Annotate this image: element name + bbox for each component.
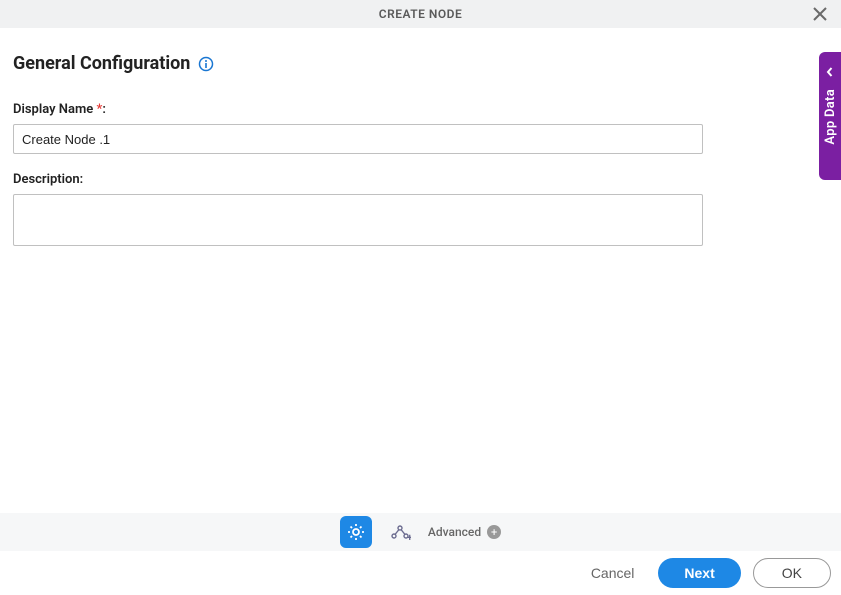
dialog-content: General Configuration Display Name *: De… [0, 28, 841, 250]
gear-icon [346, 522, 366, 542]
section-title: General Configuration [13, 53, 190, 74]
ok-button[interactable]: OK [753, 558, 831, 588]
display-name-group: Display Name *: [13, 102, 828, 154]
display-name-label: Display Name *: [13, 102, 828, 117]
nodes-icon: + [389, 521, 411, 543]
section-header: General Configuration [13, 53, 828, 74]
description-group: Description: [13, 172, 828, 250]
dialog-header: CREATE NODE [0, 0, 841, 28]
dialog-title: CREATE NODE [379, 7, 463, 21]
advanced-label: Advanced [428, 525, 481, 539]
svg-text:+: + [407, 533, 411, 543]
description-input[interactable] [13, 194, 703, 246]
advanced-button[interactable]: Advanced + [428, 525, 501, 539]
connections-button[interactable]: + [386, 518, 414, 546]
plus-icon: + [487, 525, 501, 539]
close-icon [813, 7, 827, 21]
next-button[interactable]: Next [658, 558, 740, 588]
cancel-button[interactable]: Cancel [579, 559, 647, 587]
display-name-input[interactable] [13, 124, 703, 154]
settings-button[interactable] [340, 516, 372, 548]
app-data-label: App Data [823, 89, 838, 145]
description-label: Description: [13, 172, 828, 187]
bottom-toolbar: + Advanced + [0, 513, 841, 551]
dialog-footer: Cancel Next OK [0, 551, 841, 595]
app-data-tab[interactable]: App Data [819, 52, 841, 180]
chevron-left-icon [825, 62, 835, 81]
close-button[interactable] [811, 5, 829, 23]
info-icon[interactable] [198, 56, 214, 72]
